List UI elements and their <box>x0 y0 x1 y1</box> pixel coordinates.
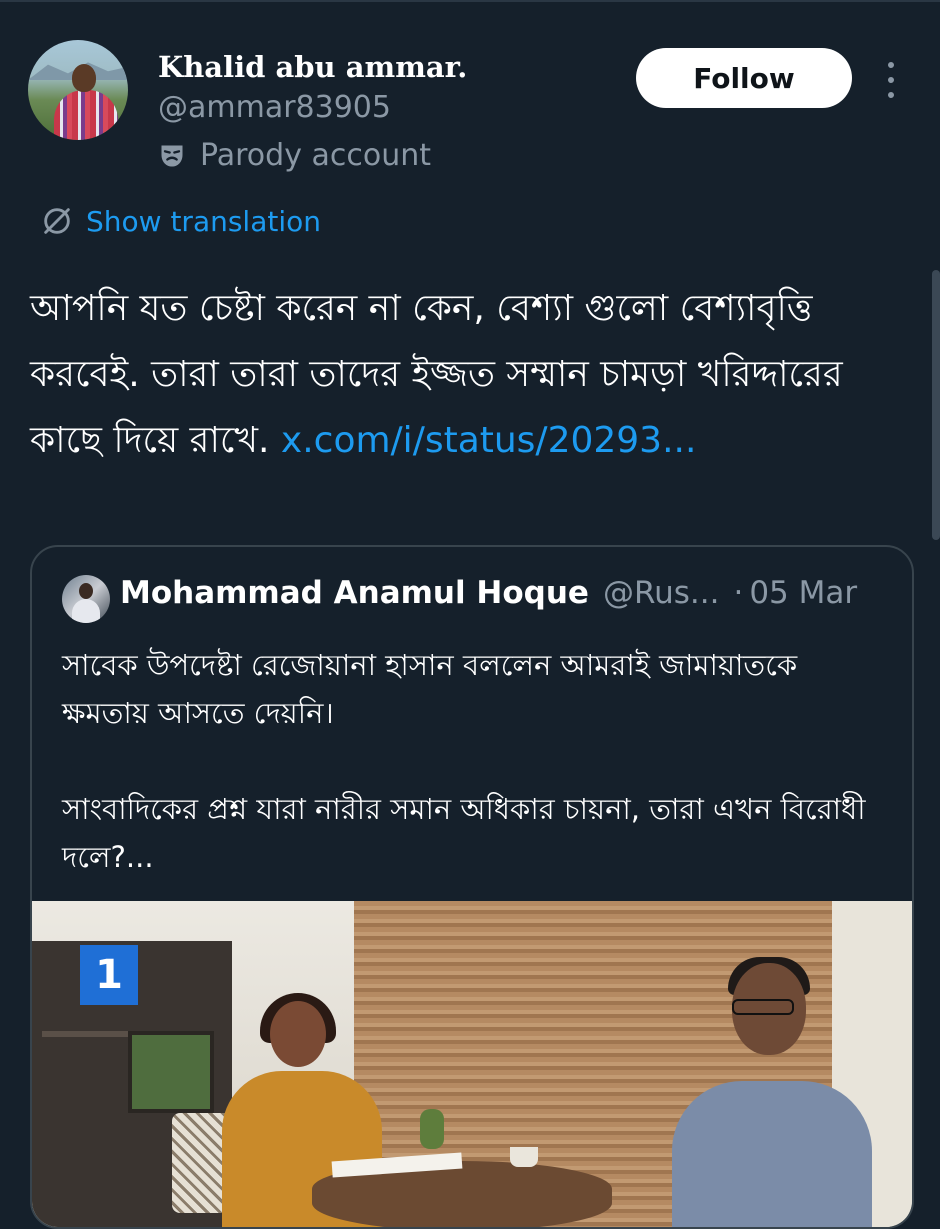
quoted-paragraph: সাবেক উপদেষ্টা রেজোয়ানা হাসান বললেন আমর… <box>62 648 798 730</box>
follow-button[interactable]: Follow <box>636 48 852 108</box>
quoted-author-handle[interactable]: @Rus... <box>603 575 720 611</box>
scrollbar[interactable] <box>932 270 940 540</box>
quoted-paragraph: সাংবাদিকের প্রশ্ন যারা নারীর সমান অধিকার… <box>62 792 866 874</box>
quoted-author-avatar[interactable] <box>62 575 110 623</box>
header-separator: · <box>733 575 744 611</box>
translate-icon <box>44 208 70 234</box>
top-divider <box>0 0 940 2</box>
channel-logo: 1 <box>80 945 138 1005</box>
more-vertical-icon[interactable] <box>876 62 906 98</box>
quoted-author-name[interactable]: Mohammad Anamul Hoque <box>120 575 589 611</box>
quoted-tweet-text: সাবেক উপদেষ্টা রেজোয়ানা হাসান বললেন আমর… <box>62 641 892 881</box>
parody-mask-icon <box>161 145 183 166</box>
quoted-tweet-media[interactable]: 1 <box>32 901 912 1227</box>
show-translation-label[interactable]: Show translation <box>86 205 321 238</box>
quoted-tweet-date[interactable]: 05 Mar <box>749 575 857 611</box>
parody-account-label: Parody account <box>158 138 431 173</box>
author-handle[interactable]: @ammar83905 <box>158 90 391 125</box>
parody-label-text: Parody account <box>200 138 432 173</box>
tweet-text: আপনি যত চেষ্টা করেন না কেন, বেশ্যা গুলো … <box>30 276 915 474</box>
author-display-name[interactable]: Khalid abu ammar. <box>158 50 467 84</box>
quoted-tweet-card[interactable]: Mohammad Anamul Hoque @Rus... · 05 Mar স… <box>30 545 914 1229</box>
show-translation-link[interactable]: Show translation <box>40 204 321 238</box>
author-avatar[interactable] <box>28 40 128 140</box>
quoted-tweet-header: Mohammad Anamul Hoque @Rus... · 05 Mar <box>120 575 857 611</box>
tweet-link[interactable]: x.com/i/status/20293... <box>281 420 697 461</box>
